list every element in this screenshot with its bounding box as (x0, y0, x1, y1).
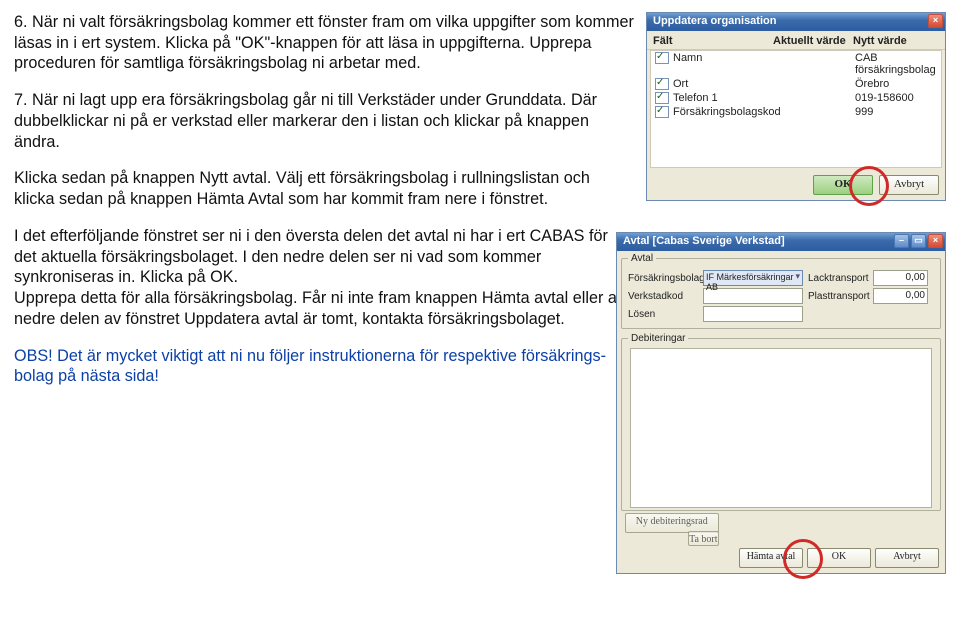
column-headers: Fält Aktuellt värde Nytt värde (647, 31, 945, 50)
header-new: Nytt värde (853, 35, 939, 47)
instruction-step-6: 6. När ni valt försäkringsbolag kommer e… (14, 12, 634, 74)
close-icon[interactable]: × (928, 234, 943, 248)
dialog-title-text: Uppdatera organisation (653, 15, 776, 27)
cell-field: Ort (673, 78, 777, 90)
instruction-efterfoljande: I det efterföljande fönstret ser ni i de… (14, 226, 634, 288)
label-insurance-company: Försäkringsbolag (628, 273, 698, 284)
cell-current (777, 106, 855, 118)
cell-field: Namn (673, 52, 777, 76)
label-password: Lösen (628, 309, 698, 320)
cell-current (777, 92, 855, 104)
instruction-nyttavtal: Klicka sedan på knappen Nytt avtal. Välj… (14, 168, 634, 209)
delete-button[interactable]: Ta bort (688, 531, 718, 546)
checkbox-icon[interactable] (655, 78, 669, 90)
update-field-list: Namn CAB försäkringsbolag Ort Örebro Tel… (650, 50, 942, 168)
maximize-icon[interactable]: ▭ (911, 234, 926, 248)
minimize-icon[interactable]: – (894, 234, 909, 248)
group-debits: Debiteringar (621, 333, 941, 511)
cancel-button[interactable]: Avbryt (879, 175, 939, 195)
plasttransport-field[interactable]: 0,00 (873, 288, 928, 304)
obs-notice: OBS! Det är mycket viktigt att ni nu föl… (14, 346, 634, 387)
lacktransport-field[interactable]: 0,00 (873, 270, 928, 286)
cell-current (777, 52, 855, 76)
cell-field: Telefon 1 (673, 92, 777, 104)
header-field: Fält (653, 35, 773, 47)
table-row[interactable]: Namn CAB försäkringsbolag (651, 51, 941, 77)
cell-new: CAB försäkringsbolag (855, 52, 937, 76)
cell-current (777, 78, 855, 90)
insurance-company-select[interactable]: IF Märkesförsäkringar AB (703, 270, 803, 286)
ok-button[interactable]: OK (813, 175, 873, 195)
group-agreement: Avtal Försäkringsbolag IF Märkesförsäkri… (621, 253, 941, 329)
cancel-button[interactable]: Avbryt (875, 548, 939, 568)
dialog-title-text: Avtal [Cabas Sverige Verkstad] (623, 235, 785, 247)
dialog-agreement: Avtal [Cabas Sverige Verkstad] – ▭ × Avt… (616, 232, 946, 574)
fetch-agreement-button[interactable]: Hämta avtal (739, 548, 803, 568)
header-current: Aktuellt värde (773, 35, 853, 47)
new-debit-row-button[interactable]: Ny debiteringsrad (625, 513, 719, 533)
dialog-update-organisation: Uppdatera organisation × Fält Aktuellt v… (646, 12, 946, 201)
cell-new: Örebro (855, 78, 937, 90)
checkbox-icon[interactable] (655, 92, 669, 104)
label-plasttransport: Plasttransport (808, 291, 868, 302)
instruction-step-7: 7. När ni lagt upp era försäkringsbolag … (14, 90, 634, 152)
table-row[interactable]: Ort Örebro (651, 77, 941, 91)
table-row[interactable]: Telefon 1 019-158600 (651, 91, 941, 105)
close-icon[interactable]: × (928, 14, 943, 28)
checkbox-icon[interactable] (655, 52, 669, 64)
group-debits-legend: Debiteringar (628, 333, 688, 344)
group-agreement-legend: Avtal (628, 253, 656, 264)
dialog-titlebar[interactable]: Uppdatera organisation × (647, 13, 945, 31)
label-lacktransport: Lacktransport (808, 273, 868, 284)
ok-button[interactable]: OK (807, 548, 871, 568)
cell-new: 019-158600 (855, 92, 937, 104)
instruction-upprepa: Upprepa detta för alla försäkringsbolag.… (14, 288, 634, 329)
table-row[interactable]: Försäkringsbolagskod 999 (651, 105, 941, 119)
cell-field: Försäkringsbolagskod (673, 106, 777, 118)
password-field[interactable] (703, 306, 803, 322)
debit-list[interactable] (630, 348, 932, 508)
cell-new: 999 (855, 106, 937, 118)
new-debit-row-area: Ny debiteringsrad Ta bort (625, 513, 719, 545)
label-workshop-code: Verkstadkod (628, 291, 698, 302)
dialog-titlebar[interactable]: Avtal [Cabas Sverige Verkstad] – ▭ × (617, 233, 945, 251)
checkbox-icon[interactable] (655, 106, 669, 118)
